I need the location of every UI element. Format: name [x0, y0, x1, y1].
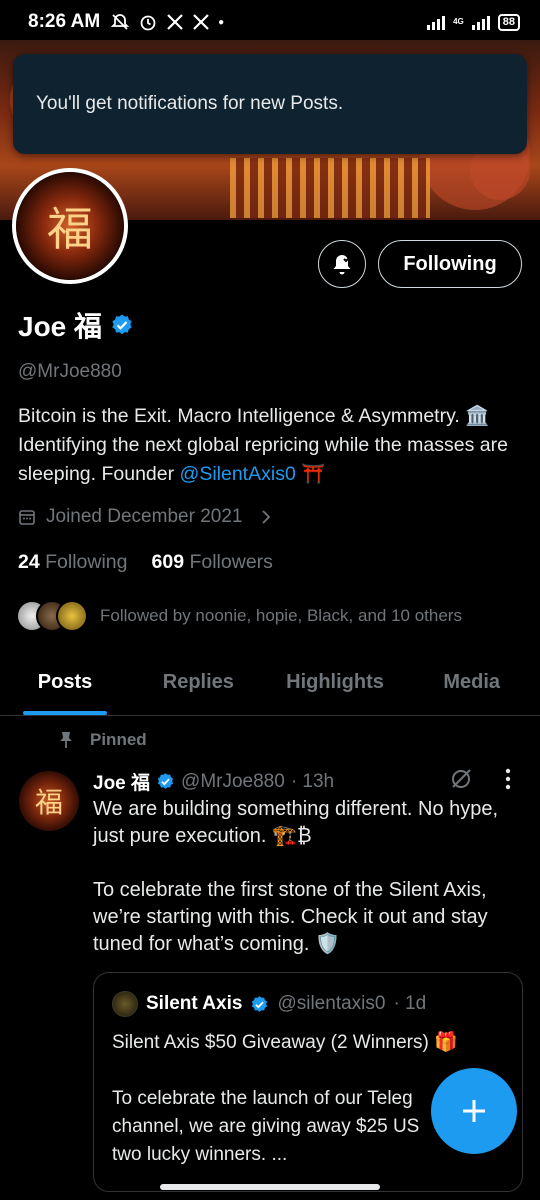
status-time: 8:26 AM: [28, 11, 101, 32]
following-button[interactable]: Following: [378, 240, 522, 288]
quoted-author-name: Silent Axis: [146, 993, 243, 1014]
pinned-indicator: Pinned: [58, 730, 147, 750]
tab-media[interactable]: Media: [403, 650, 540, 715]
post-author-handle[interactable]: @MrJoe880: [181, 771, 285, 793]
status-bar: 8:26 AM ● 4G 88: [0, 0, 540, 44]
verified-badge-icon: [252, 995, 268, 1012]
plus-icon: [463, 1100, 485, 1122]
notifications-bell-button[interactable]: [318, 240, 366, 288]
joined-text: Joined December 2021: [46, 506, 243, 527]
verified-badge-icon: [157, 773, 174, 789]
post-author-avatar[interactable]: 福: [19, 771, 79, 831]
follower-avatars: [16, 600, 88, 632]
more-options-icon[interactable]: [504, 768, 512, 790]
signal-icon: [427, 14, 446, 30]
calendar-icon: [19, 510, 35, 525]
post-timestamp[interactable]: · 13h: [291, 771, 334, 793]
display-name: Joe 福: [18, 311, 103, 342]
tab-replies[interactable]: Replies: [130, 650, 267, 715]
pin-icon: [60, 732, 72, 748]
notification-toast: You'll get notifications for new Posts.: [13, 54, 527, 154]
profile-handle: @MrJoe880: [18, 361, 122, 382]
chevron-right-icon: [262, 510, 271, 524]
verified-badge-icon[interactable]: [110, 313, 134, 337]
alarm-icon: [140, 15, 156, 31]
quoted-timestamp: · 1d: [393, 993, 427, 1014]
post-header: Joe 福 @MrJoe880 · 13h: [93, 768, 334, 795]
bio-mention-link[interactable]: @SilentAxis0: [180, 463, 296, 485]
x-app-icon: [167, 14, 183, 30]
profile-bio: Bitcoin is the Exit. Macro Intelligence …: [18, 405, 508, 485]
compose-post-button[interactable]: [431, 1068, 517, 1154]
x-app-icon: [193, 14, 209, 30]
post-author-name[interactable]: Joe 福: [93, 768, 150, 795]
post-actions-top: [448, 766, 512, 792]
follow-stats: 24 Following 609 Followers: [18, 551, 273, 574]
followed-by-row[interactable]: Followed by noonie, hopie, Black, and 10…: [16, 600, 462, 632]
following-stat[interactable]: 24 Following: [18, 551, 128, 574]
more-notifications-dot-icon: ●: [218, 16, 225, 28]
toast-message: You'll get notifications for new Posts.: [36, 93, 344, 114]
battery-icon: 88: [497, 13, 520, 31]
quoted-author-handle: @silentaxis0: [277, 993, 386, 1014]
avatar: [56, 600, 88, 632]
grok-icon[interactable]: [448, 766, 474, 792]
profile-tabs: Posts Replies Highlights Media: [0, 650, 540, 716]
tab-highlights[interactable]: Highlights: [267, 650, 404, 715]
quoted-post-header: Silent Axis @silentaxis0 · 1d: [112, 991, 426, 1017]
avatar-glyph: 福: [16, 172, 124, 280]
bell-check-icon: [333, 255, 351, 275]
pinned-label: Pinned: [90, 730, 147, 749]
followed-by-text: Followed by noonie, hopie, Black, and 10…: [100, 606, 462, 625]
signal-icon: [471, 14, 490, 30]
display-name-row: Joe 福: [18, 305, 134, 345]
profile-avatar[interactable]: 福: [12, 168, 128, 284]
network-type: 4G: [453, 17, 464, 26]
quoted-author-avatar: [112, 991, 138, 1017]
joined-date[interactable]: Joined December 2021: [18, 506, 274, 528]
followers-stat[interactable]: 609 Followers: [152, 551, 273, 574]
notifications-off-icon: [110, 14, 130, 30]
post-text[interactable]: We are building something different. No …: [93, 796, 523, 958]
tab-posts[interactable]: Posts: [0, 650, 130, 715]
home-indicator[interactable]: [160, 1184, 380, 1190]
